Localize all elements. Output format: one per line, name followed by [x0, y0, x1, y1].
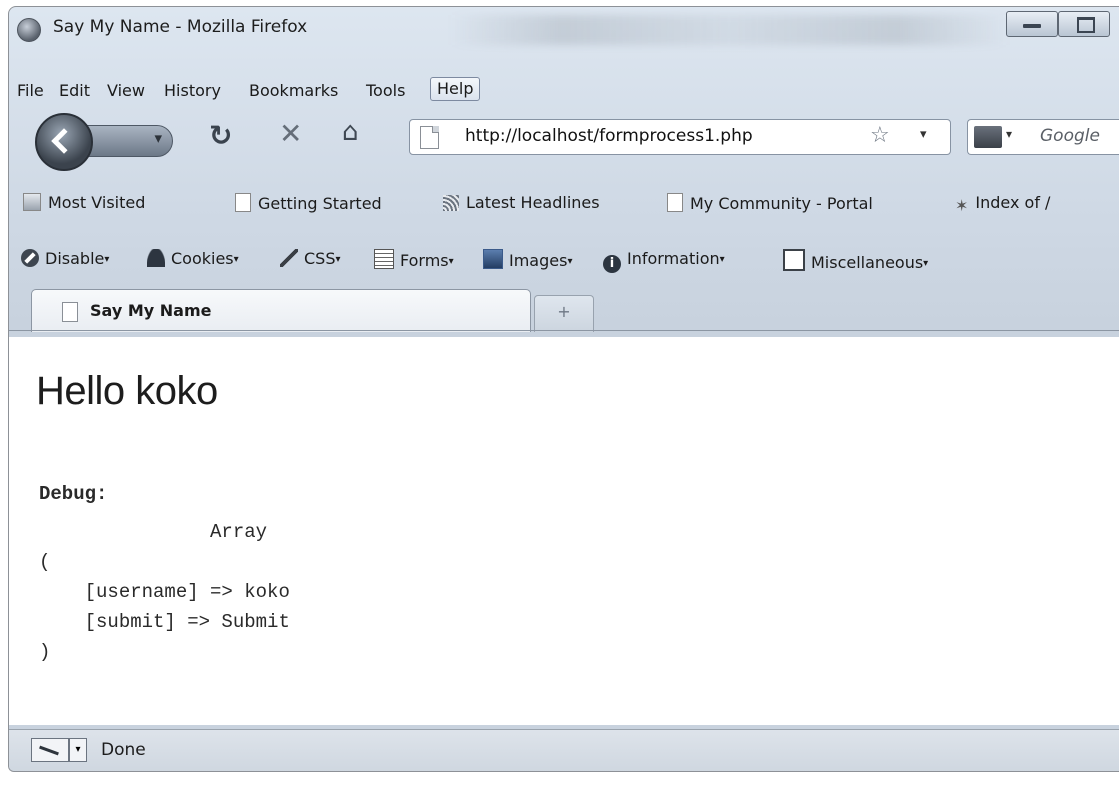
bookmark-latest-headlines[interactable]: Latest Headlines — [443, 193, 600, 212]
url-bar[interactable]: http://localhost/formprocess1.php ☆ ▾ — [409, 119, 951, 155]
webdev-label: Images — [509, 251, 568, 270]
webdev-css-menu[interactable]: CSS▾ — [280, 249, 341, 268]
navigation-toolbar: ↻ ✕ ⌂ http://localhost/formprocess1.php … — [9, 111, 1119, 171]
menu-bar: File Edit View History Bookmarks Tools H… — [9, 73, 1119, 107]
menu-view[interactable]: View — [107, 81, 145, 100]
status-dropdown-icon[interactable]: ▾ — [69, 738, 87, 762]
menu-file[interactable]: File — [17, 81, 44, 100]
debug-array-dump: Array ( [username] => koko [submit] => S… — [39, 521, 290, 663]
webdev-images-menu[interactable]: Images▾ — [483, 249, 572, 270]
debug-label: Debug: — [39, 483, 108, 505]
search-engine-dropdown-icon[interactable]: ▾ — [1006, 127, 1012, 141]
page-content: Hello koko Debug: Array ( [username] => … — [9, 337, 1119, 725]
bookmark-getting-started[interactable]: Getting Started — [235, 193, 382, 213]
new-tab-button[interactable]: + — [534, 295, 594, 332]
tab-label: Say My Name — [90, 301, 212, 320]
minimize-button[interactable] — [1006, 11, 1058, 37]
webdev-forms-menu[interactable]: Forms▾ — [374, 249, 454, 270]
page-icon — [667, 193, 683, 212]
maximize-button[interactable] — [1058, 11, 1110, 37]
webdev-label: Forms — [400, 251, 449, 270]
dropdown-arrow-icon: ▾ — [923, 258, 929, 269]
wand-icon: ✶ — [955, 196, 969, 215]
bookmark-label: My Community - Portal — [690, 194, 873, 213]
miscellaneous-icon — [783, 249, 805, 271]
browser-window: Say My Name - Mozilla Firefox File Edit … — [8, 6, 1119, 772]
information-icon: i — [603, 255, 621, 273]
search-engine-icon[interactable] — [974, 126, 1002, 148]
web-developer-status-icon[interactable] — [31, 738, 69, 762]
tab-strip-divider — [9, 330, 1119, 331]
rss-feed-icon — [443, 195, 459, 211]
menu-tools[interactable]: Tools — [366, 81, 405, 100]
home-icon[interactable]: ⌂ — [342, 117, 359, 147]
title-bar-background — [449, 15, 1009, 45]
images-icon — [483, 249, 503, 269]
search-placeholder: Google — [1040, 126, 1100, 146]
title-bar: Say My Name - Mozilla Firefox — [9, 7, 1119, 69]
tab-strip: Say My Name + — [9, 281, 1119, 339]
dropdown-arrow-icon: ▾ — [567, 256, 573, 267]
bookmark-index-of[interactable]: ✶ Index of / — [955, 193, 1050, 215]
url-text: http://localhost/formprocess1.php — [465, 126, 753, 146]
bookmark-most-visited[interactable]: Most Visited — [23, 193, 145, 212]
tab-say-my-name[interactable]: Say My Name — [31, 289, 531, 332]
page-icon — [420, 126, 439, 149]
page-icon — [62, 302, 78, 322]
webdev-miscellaneous-menu[interactable]: Miscellaneous▾ — [783, 249, 928, 272]
webdev-information-menu[interactable]: i Information▾ — [603, 249, 725, 273]
dropdown-arrow-icon: ▾ — [233, 254, 239, 265]
bookmark-label: Latest Headlines — [466, 193, 600, 212]
status-text: Done — [101, 740, 146, 760]
menu-history[interactable]: History — [164, 81, 221, 100]
url-history-dropdown-icon[interactable]: ▾ — [920, 127, 927, 142]
bookmark-label: Getting Started — [258, 194, 382, 213]
disable-icon — [21, 249, 39, 267]
window-controls — [1006, 11, 1119, 37]
page-icon — [235, 193, 251, 212]
webdev-label: Cookies — [171, 249, 234, 268]
firefox-logo-icon — [17, 18, 41, 42]
menu-help[interactable]: Help — [430, 77, 481, 101]
back-forward-group — [35, 113, 185, 171]
cookies-icon — [147, 249, 165, 267]
webdev-cookies-menu[interactable]: Cookies▾ — [147, 249, 239, 268]
forms-icon — [374, 249, 394, 269]
forward-button[interactable] — [79, 125, 173, 157]
web-developer-toolbar: Disable▾ Cookies▾ CSS▾ Forms▾ Images▾ iI… — [9, 237, 1119, 273]
search-bar[interactable]: ▾ Google — [967, 119, 1119, 155]
reload-icon[interactable]: ↻ — [209, 119, 232, 152]
status-bar: ▾ Done — [9, 729, 1119, 771]
webdev-label: Miscellaneous — [811, 253, 924, 272]
window-title: Say My Name - Mozilla Firefox — [53, 17, 308, 37]
webdev-disable-menu[interactable]: Disable▾ — [21, 249, 109, 268]
menu-bookmarks[interactable]: Bookmarks — [249, 81, 338, 100]
dropdown-arrow-icon: ▾ — [448, 256, 454, 267]
menu-edit[interactable]: Edit — [59, 81, 90, 100]
webdev-label: Disable — [45, 249, 105, 268]
bookmarks-toolbar: Most Visited Getting Started Latest Head… — [9, 187, 1119, 221]
bookmark-label: Index of / — [975, 193, 1051, 212]
webdev-label: CSS — [304, 249, 336, 268]
dropdown-arrow-icon: ▾ — [104, 254, 110, 265]
dropdown-arrow-icon: ▾ — [719, 254, 725, 265]
bookmark-label: Most Visited — [48, 193, 146, 212]
bookmark-star-icon[interactable]: ☆ — [870, 123, 890, 148]
most-visited-icon — [23, 193, 41, 211]
back-button[interactable] — [35, 113, 93, 171]
page-heading: Hello koko — [36, 369, 218, 413]
stop-icon[interactable]: ✕ — [279, 117, 302, 150]
css-icon — [280, 249, 298, 267]
bookmark-my-community-portal[interactable]: My Community - Portal — [667, 193, 873, 213]
dropdown-arrow-icon: ▾ — [335, 254, 341, 265]
webdev-label: Information — [627, 249, 720, 268]
